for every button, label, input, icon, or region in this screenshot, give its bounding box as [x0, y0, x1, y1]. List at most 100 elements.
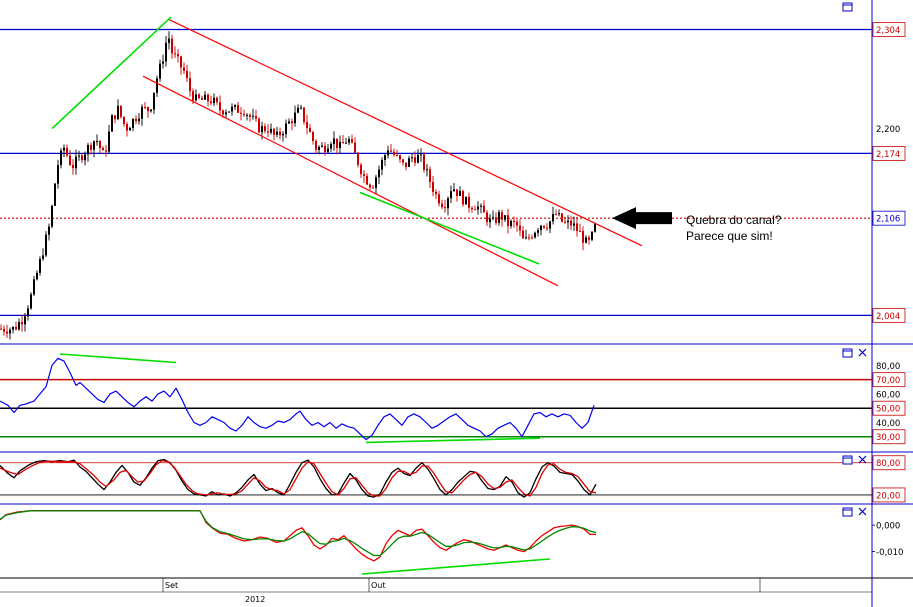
candle-body [96, 141, 98, 143]
macd-series-line [0, 510, 597, 557]
candle-body [57, 165, 59, 184]
candle-body [252, 115, 254, 117]
candle-body [27, 308, 29, 317]
candle-body [156, 78, 158, 93]
candle-body [561, 213, 563, 222]
candle-body [498, 212, 500, 223]
candle-body [468, 196, 470, 208]
candle-body [270, 128, 272, 133]
candle-body [24, 316, 26, 325]
candle-body [282, 134, 284, 136]
candle-body [471, 207, 473, 210]
rsi-panel[interactable]: 80,0060,0050,0040,0070,0050,0030,00 [0, 353, 906, 445]
candle-body [567, 220, 569, 223]
candle-body [501, 212, 503, 220]
candle-body [387, 150, 389, 156]
candle-body [6, 331, 8, 334]
candle-body [180, 56, 182, 68]
candle-body [210, 101, 212, 104]
candle-body [375, 177, 377, 188]
candle-body [255, 115, 257, 119]
candle-body [306, 122, 308, 128]
panel-controls[interactable] [842, 2, 867, 517]
axis-layer: Set Out 2012 [0, 0, 913, 607]
candle-body [267, 131, 269, 133]
candle-body [369, 184, 371, 188]
candle-body [285, 123, 287, 135]
candle-body [396, 154, 398, 156]
candle-body [189, 78, 191, 92]
candle-body [486, 212, 488, 223]
candle-body [441, 203, 443, 208]
candle-body [492, 217, 494, 219]
candle-body [33, 279, 35, 295]
candle-body [48, 226, 50, 235]
candle-body [423, 154, 425, 170]
candle-body [171, 38, 173, 54]
candle-body [93, 141, 95, 150]
rsi-level-label: 50,00 [876, 405, 900, 415]
candle-body [117, 105, 119, 120]
candle-body [21, 322, 23, 325]
candle-body [399, 155, 401, 160]
candle-body [159, 63, 161, 79]
candle-body [258, 118, 260, 133]
candle-body [513, 220, 515, 222]
candle-body [309, 127, 311, 133]
rsi-trend-line [365, 437, 541, 444]
candle-body [132, 118, 134, 129]
candle-body [318, 146, 320, 150]
stochastic-panel[interactable]: 80,00 20,00 [0, 455, 906, 503]
candle-body [594, 223, 596, 232]
candle-body [84, 154, 86, 161]
candle-body [237, 104, 239, 113]
candle-body [294, 112, 296, 124]
square-window-icon [842, 2, 853, 12]
candle-body [414, 157, 416, 163]
candle-body [231, 106, 233, 112]
rsi-level-label: 70,00 [876, 376, 900, 386]
macd-panel[interactable]: 0,000 -0,010 [0, 509, 903, 575]
candle-body [198, 94, 200, 99]
candle-body [381, 160, 383, 170]
macd-series-line [0, 509, 596, 562]
rsi-level-label: 30,00 [876, 433, 900, 443]
candle-body [408, 158, 410, 167]
candle-body [216, 97, 218, 103]
candle-body [78, 155, 80, 157]
trend-line [51, 16, 172, 130]
candle-body [366, 175, 368, 185]
month-label: Out [371, 581, 386, 590]
candle-body [303, 107, 305, 123]
candle-body [234, 104, 236, 107]
candle-body [447, 198, 449, 209]
candle-body [69, 155, 71, 165]
candle-body [339, 142, 341, 148]
candle-body [438, 194, 440, 204]
candle-body [579, 231, 581, 233]
candle-body [42, 255, 44, 259]
candle-body [45, 234, 47, 256]
price-level-label: 2,304 [876, 26, 900, 36]
candle-body [177, 53, 179, 57]
candle-body [522, 230, 524, 239]
annotation-line-2: Parece que sim! [686, 229, 773, 243]
candle-body [186, 70, 188, 79]
candle-body [72, 164, 74, 169]
price-panel[interactable]: 2,304 2,174 2,106 2,004 2,200 [0, 16, 906, 340]
candle-body [240, 112, 242, 114]
candle-body [507, 215, 509, 227]
candle-body [444, 207, 446, 209]
candle-body [75, 156, 77, 169]
candle-body [555, 214, 557, 216]
candle-body [405, 162, 407, 167]
candle-body [288, 121, 290, 124]
candle-body [243, 113, 245, 115]
candle-body [363, 174, 365, 176]
candle-body [393, 151, 395, 155]
square-window-icon [842, 507, 853, 517]
candle-body [546, 227, 548, 229]
candle-body [111, 115, 113, 132]
candle-body [228, 111, 230, 113]
candle-body [357, 152, 359, 165]
